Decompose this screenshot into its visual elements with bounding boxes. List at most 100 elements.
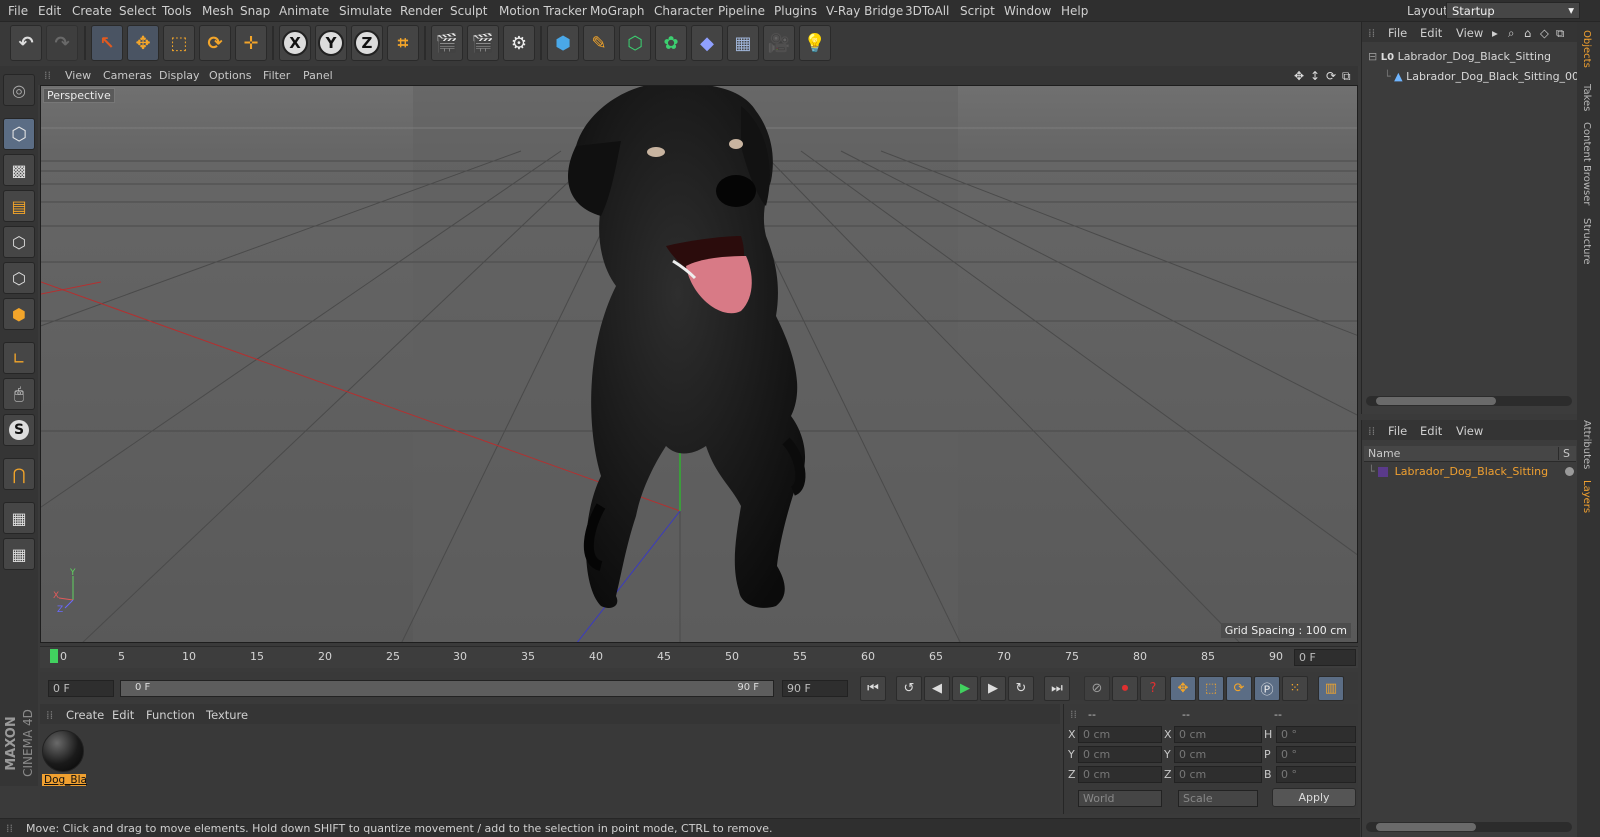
chevron-right-icon[interactable]: ▸: [1492, 26, 1498, 40]
viewport-move-icon[interactable]: ✥: [1294, 69, 1304, 83]
light-button[interactable]: 💡: [799, 25, 831, 61]
frame-range-slider[interactable]: 0 F 90 F: [120, 680, 774, 697]
menu-pipeline[interactable]: Pipeline: [718, 4, 765, 18]
tab-takes[interactable]: Takes: [1581, 84, 1592, 111]
go-to-end-button[interactable]: ⏭: [1044, 676, 1070, 701]
rotate-tool-button[interactable]: ⟳: [199, 25, 231, 61]
record-active-button[interactable]: ⊘: [1084, 676, 1110, 701]
next-frame-button[interactable]: ▶: [980, 676, 1006, 701]
subdivision-button[interactable]: ⬡: [619, 25, 651, 61]
key-pla-button[interactable]: ⁙: [1282, 676, 1308, 701]
menu-animate[interactable]: Animate: [279, 4, 329, 18]
menu-select[interactable]: Select: [119, 4, 156, 18]
coord-size-z-field[interactable]: 0 cm: [1174, 766, 1262, 783]
menu-window[interactable]: Window: [1004, 4, 1051, 18]
coordinate-system-button[interactable]: ⌗: [387, 25, 419, 61]
texture-mode-button[interactable]: ▩: [3, 154, 35, 186]
floor-button[interactable]: ▦: [727, 25, 759, 61]
layout-select[interactable]: Startup ▾: [1446, 2, 1580, 19]
layer-solo-dot[interactable]: [1565, 467, 1574, 476]
scale-tool-button[interactable]: ⬚: [163, 25, 195, 61]
axis-mode-button[interactable]: ∟: [3, 342, 35, 374]
lock-workplane-button[interactable]: ▦: [3, 502, 35, 534]
camera-label[interactable]: Perspective: [43, 88, 115, 103]
menu-sculpt[interactable]: Sculpt: [450, 4, 487, 18]
collapse-icon[interactable]: ⊟: [1368, 50, 1377, 63]
pen-spline-button[interactable]: ✎: [583, 25, 615, 61]
material-menu-function[interactable]: Function: [146, 708, 195, 722]
home-icon[interactable]: ⌂: [1524, 26, 1531, 40]
tree-item-child-label[interactable]: Labrador_Dog_Black_Sitting_001: [1406, 70, 1586, 83]
undo-button[interactable]: ↶: [10, 25, 42, 61]
move-tool-button[interactable]: ✥: [127, 25, 159, 61]
tab-layers[interactable]: Layers: [1581, 480, 1592, 513]
tab-structure[interactable]: Structure: [1581, 218, 1592, 265]
menu-tools[interactable]: Tools: [162, 4, 192, 18]
redo-button[interactable]: ↷: [46, 25, 78, 61]
layers-menu-view[interactable]: View: [1456, 424, 1483, 438]
cube-object-button[interactable]: ⬢: [547, 25, 579, 61]
material-name[interactable]: Dog_Bla: [42, 774, 87, 786]
go-to-start-button[interactable]: ⏮: [860, 676, 886, 701]
layer-name[interactable]: Labrador_Dog_Black_Sitting: [1395, 465, 1548, 478]
polygon-mode-button[interactable]: ⬢: [3, 298, 35, 330]
material-menu-texture[interactable]: Texture: [206, 708, 248, 722]
viewport-zoom-icon[interactable]: ↕: [1310, 69, 1320, 83]
camera-button[interactable]: 🎥: [763, 25, 795, 61]
edge-mode-button[interactable]: ⬡: [3, 262, 35, 294]
timeline-ruler[interactable]: 0 5 10 15 20 25 30 35 40 45 50 55 60 65 …: [40, 646, 1358, 668]
previous-key-button[interactable]: ↺: [896, 676, 922, 701]
world-dropdown[interactable]: World: [1078, 790, 1162, 807]
objects-menu-file[interactable]: File: [1388, 26, 1407, 40]
material-menu-create[interactable]: Create: [66, 708, 104, 722]
material-swatch[interactable]: Dog_Bla: [42, 730, 87, 790]
tree-item-root-label[interactable]: Labrador_Dog_Black_Sitting: [1398, 50, 1551, 63]
menu-mesh[interactable]: Mesh: [202, 4, 234, 18]
snap-toggle-button[interactable]: S: [3, 414, 35, 446]
play-button[interactable]: ▶: [952, 676, 978, 701]
y-axis-lock-button[interactable]: Y: [315, 25, 347, 61]
menu-3dtoall[interactable]: 3DToAll: [905, 4, 949, 18]
end-frame-field[interactable]: 90 F: [782, 680, 848, 697]
menu-simulate[interactable]: Simulate: [339, 4, 392, 18]
render-settings-button[interactable]: ⚙: [503, 25, 535, 61]
search-icon[interactable]: ⌕: [1508, 26, 1514, 41]
bookmark-icon[interactable]: ◇: [1540, 26, 1549, 40]
key-rotation-button[interactable]: ⟳: [1226, 676, 1252, 701]
autokey-button[interactable]: ⏺: [1112, 676, 1138, 701]
next-key-button[interactable]: ↻: [1008, 676, 1034, 701]
menu-create[interactable]: Create: [72, 4, 112, 18]
key-scale-button[interactable]: ⬚: [1198, 676, 1224, 701]
column-name-header[interactable]: Name: [1368, 447, 1400, 460]
viewport-menu-filter[interactable]: Filter: [263, 69, 290, 82]
objects-menu-edit[interactable]: Edit: [1420, 26, 1442, 40]
current-frame-field[interactable]: 0 F: [1294, 649, 1356, 666]
viewport-rotate-icon[interactable]: ⟳: [1326, 69, 1336, 83]
viewport-menu-view[interactable]: View: [65, 69, 91, 82]
scrollbar-thumb[interactable]: [1376, 397, 1496, 405]
horizontal-scrollbar[interactable]: [1366, 822, 1572, 832]
layer-color-swatch[interactable]: [1378, 467, 1389, 477]
model-mode-button[interactable]: ⬡: [3, 118, 35, 150]
tab-content-browser[interactable]: Content Browser: [1581, 122, 1592, 205]
viewport-menu-display[interactable]: Display: [159, 69, 200, 82]
menu-edit[interactable]: Edit: [38, 4, 61, 18]
coord-size-y-field[interactable]: 0 cm: [1174, 746, 1262, 763]
viewport-menu-panel[interactable]: Panel: [303, 69, 333, 82]
magnet-button[interactable]: ⋂: [3, 458, 35, 490]
menu-plugins[interactable]: Plugins: [774, 4, 817, 18]
viewport-menu-options[interactable]: Options: [209, 69, 251, 82]
tweak-mode-button[interactable]: 🖱: [3, 378, 35, 410]
render-picture-viewer-button[interactable]: 🎬: [467, 25, 499, 61]
transform-tool-button[interactable]: ✛: [235, 25, 267, 61]
playhead-marker[interactable]: [50, 649, 58, 663]
workplane-mode-button[interactable]: ▤: [3, 190, 35, 222]
z-axis-lock-button[interactable]: Z: [351, 25, 383, 61]
horizontal-scrollbar[interactable]: [1366, 396, 1572, 406]
menu-render[interactable]: Render: [400, 4, 443, 18]
coord-rot-h-field[interactable]: 0 °: [1276, 726, 1356, 743]
column-s-header[interactable]: S: [1558, 447, 1570, 460]
viewport-maximize-icon[interactable]: ⧉: [1342, 69, 1351, 84]
menu-script[interactable]: Script: [960, 4, 995, 18]
keyframe-selection-button[interactable]: ?: [1140, 676, 1166, 701]
